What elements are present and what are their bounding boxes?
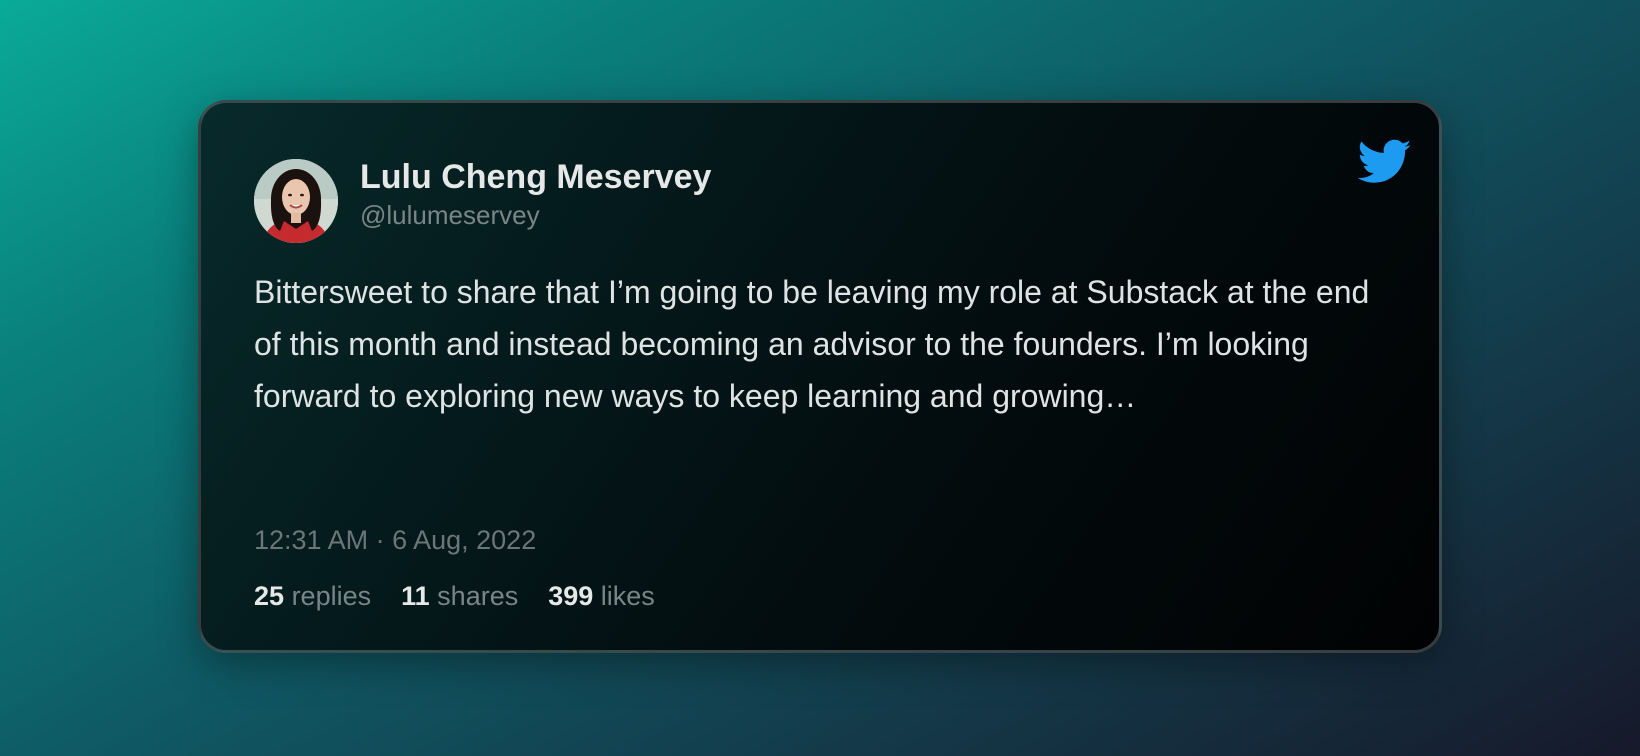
replies-stat[interactable]: 25 replies [254,581,371,612]
shares-count: 11 [401,581,430,611]
tweet-timestamp[interactable]: 12:31 AM · 6 Aug, 2022 [254,525,536,556]
tweet-card: Lulu Cheng Meservey @lulumeservey Bitter… [198,100,1442,653]
replies-label: replies [291,581,372,611]
likes-stat[interactable]: 399 likes [548,581,655,612]
replies-count: 25 [254,581,285,611]
avatar[interactable] [254,159,338,243]
shares-label: shares [437,581,519,611]
author-handle[interactable]: @lulumeservey [360,200,540,231]
tweet-text: Bittersweet to share that I’m going to b… [254,274,1370,414]
tweet-stats: 25 replies 11 shares 399 likes [254,581,655,612]
likes-count: 399 [548,581,594,611]
shares-stat[interactable]: 11 shares [401,581,518,612]
author-name[interactable]: Lulu Cheng Meservey [360,158,711,197]
likes-label: likes [600,581,655,611]
twitter-bird-icon[interactable] [1357,139,1412,185]
